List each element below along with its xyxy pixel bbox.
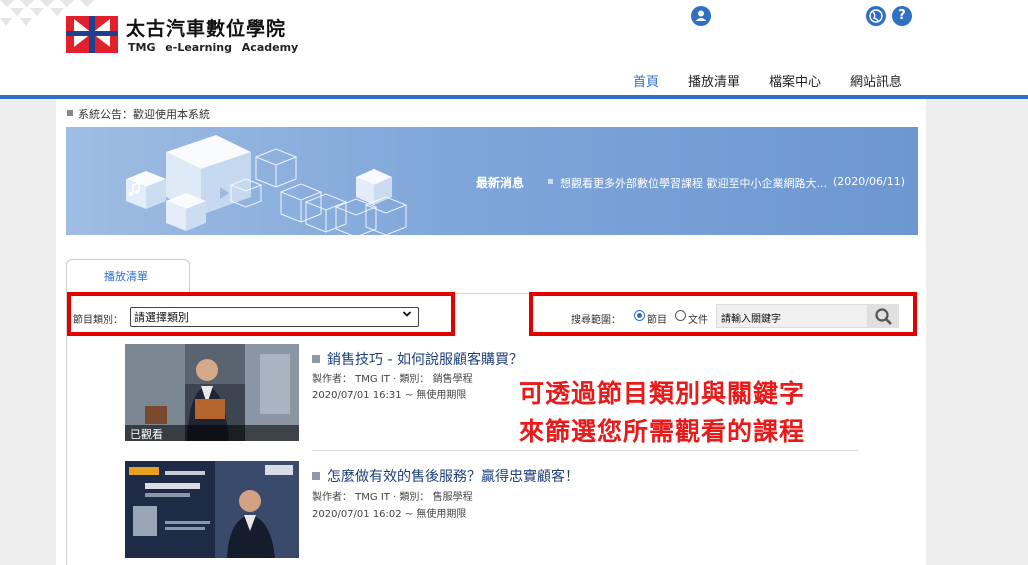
course-date: 2020/07/01 16:31 ~ 無使用期限 bbox=[312, 390, 467, 401]
watched-badge-label: 已觀看 bbox=[130, 428, 163, 441]
scope-radio-document-label[interactable]: 文件 bbox=[688, 311, 708, 326]
search-button[interactable] bbox=[868, 304, 899, 328]
nav-home[interactable]: 首頁 bbox=[633, 71, 659, 90]
help-icon[interactable]: ? bbox=[892, 6, 912, 26]
news-label: 最新消息 bbox=[476, 176, 525, 190]
scope-radio-program[interactable] bbox=[634, 310, 645, 321]
globe-icon[interactable] bbox=[866, 6, 886, 26]
tab-playlist-label[interactable]: 播放清單 bbox=[104, 268, 148, 284]
tmg-logo[interactable] bbox=[66, 16, 118, 53]
scope-radio-program-label[interactable]: 節目 bbox=[647, 311, 667, 326]
news-bullet bbox=[548, 179, 553, 184]
notice-bullet bbox=[67, 110, 73, 116]
news-date: (2020/06/11) bbox=[833, 175, 905, 188]
course-meta: 製作者： TMG IT · 類別： 銷售學程 bbox=[312, 374, 473, 385]
course-bullet bbox=[312, 355, 320, 363]
system-notice: 系統公告：歡迎使用本系統 bbox=[78, 108, 210, 121]
category-select-value[interactable]: 請選擇類別 bbox=[134, 309, 189, 325]
course-bullet bbox=[312, 472, 320, 480]
nav-site-news[interactable]: 網站訊息 bbox=[850, 71, 902, 90]
course-title-link[interactable]: 怎麼做有效的售後服務？贏得忠實顧客！ bbox=[327, 466, 579, 486]
course-thumbnail[interactable] bbox=[125, 461, 299, 558]
course-meta: 製作者： TMG IT · 類別： 售服學程 bbox=[312, 492, 473, 503]
course-separator bbox=[312, 450, 858, 451]
news-headline-link[interactable]: 想觀看更多外部數位學習課程 歡迎至中小企業網路大... bbox=[560, 175, 827, 191]
course-title-link[interactable]: 銷售技巧 - 如何說服顧客購買？ bbox=[327, 349, 523, 369]
category-label: 節目類別： bbox=[73, 315, 123, 326]
nav-playlist[interactable]: 播放清單 bbox=[688, 71, 740, 90]
annotation-line-2: 來篩選您所需觀看的課程 bbox=[519, 417, 806, 446]
chevron-down-icon[interactable] bbox=[402, 309, 412, 322]
user-icon[interactable] bbox=[691, 6, 711, 26]
course-date: 2020/07/01 16:02 ~ 無使用期限 bbox=[312, 509, 467, 520]
brand-name: 太古汽車數位學院 bbox=[126, 18, 287, 40]
search-scope-label: 搜尋範圍： bbox=[571, 315, 621, 326]
scope-radio-document[interactable] bbox=[675, 310, 686, 321]
nav-file-center[interactable]: 檔案中心 bbox=[769, 71, 821, 90]
brand-subtitle: TMG e-Learning Academy bbox=[128, 41, 299, 54]
annotation-line-1: 可透過節目類別與關鍵字 bbox=[519, 379, 806, 408]
search-icon[interactable] bbox=[868, 304, 899, 328]
keyword-input-placeholder[interactable]: 請輸入關鍵字 bbox=[721, 310, 781, 325]
